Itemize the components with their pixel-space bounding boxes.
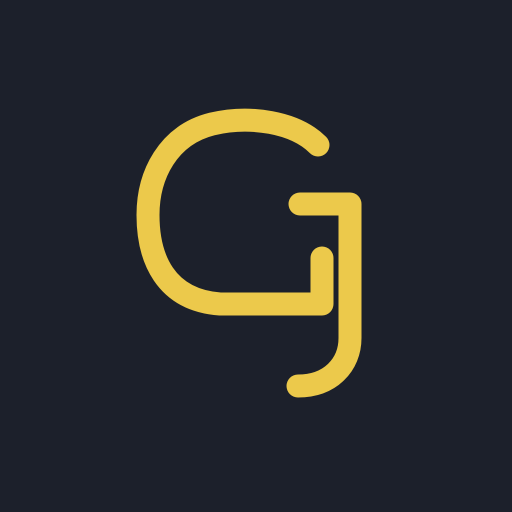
app-icon-canvas bbox=[0, 0, 512, 512]
gj-monogram-icon bbox=[136, 108, 362, 398]
